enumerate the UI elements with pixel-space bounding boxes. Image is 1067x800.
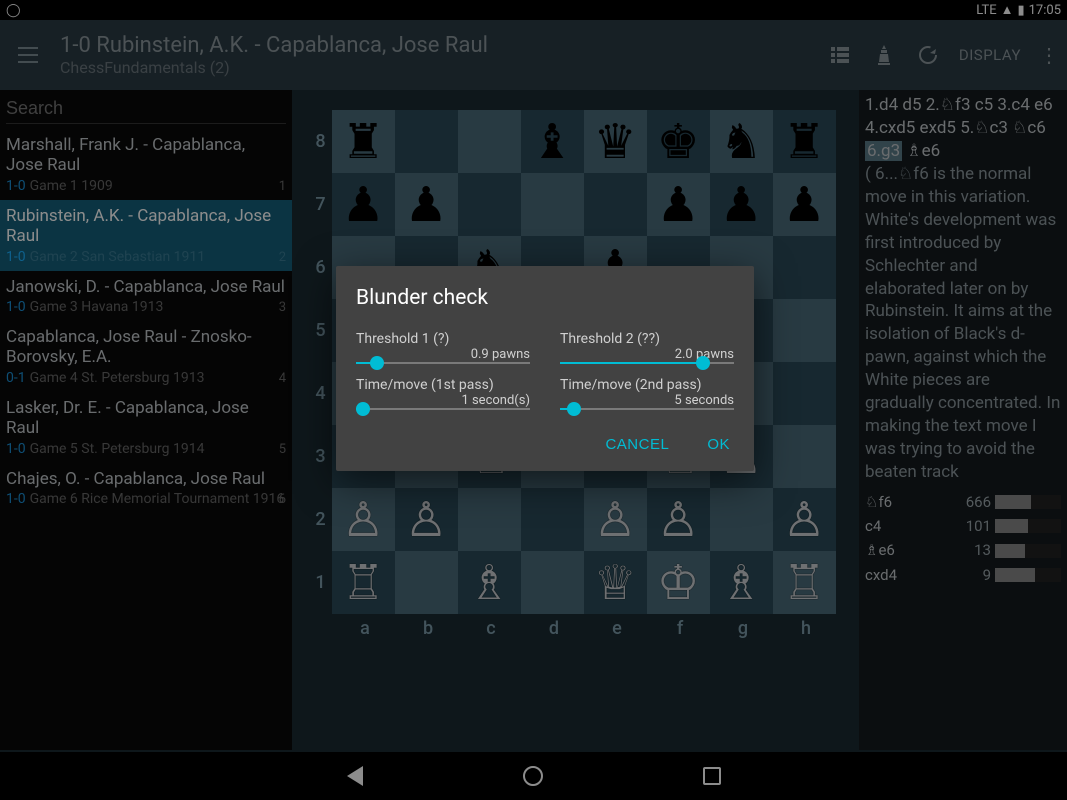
ok-button[interactable]: OK bbox=[703, 428, 734, 461]
cancel-button[interactable]: CANCEL bbox=[601, 428, 673, 461]
time1-slider[interactable] bbox=[356, 408, 530, 410]
dialog-title: Blunder check bbox=[356, 286, 734, 310]
blunder-check-dialog: Blunder check Threshold 1 (?) 0.9 pawns … bbox=[336, 266, 754, 471]
threshold2-slider[interactable] bbox=[560, 362, 734, 364]
time2-value: 5 seconds bbox=[674, 393, 734, 408]
time1-label: Time/move (1st pass) bbox=[356, 377, 494, 393]
threshold1-label: Threshold 1 (?) bbox=[356, 331, 449, 347]
time2-label: Time/move (2nd pass) bbox=[560, 377, 702, 393]
time2-slider[interactable] bbox=[560, 408, 734, 410]
threshold1-value: 0.9 pawns bbox=[471, 347, 530, 362]
threshold2-label: Threshold 2 (??) bbox=[560, 331, 660, 347]
time1-value: 1 second(s) bbox=[461, 393, 530, 408]
threshold1-slider[interactable] bbox=[356, 362, 530, 364]
